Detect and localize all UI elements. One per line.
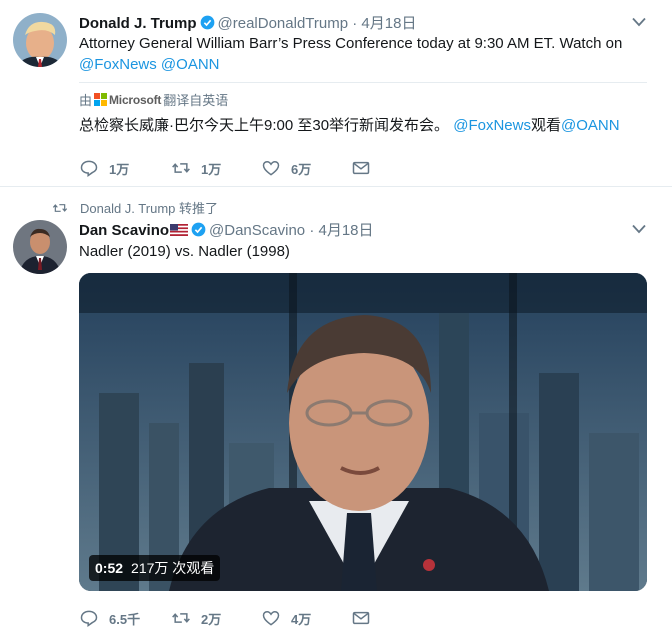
retweet-button[interactable]: 1万 bbox=[171, 158, 221, 178]
us-flag-icon bbox=[170, 224, 189, 236]
tweet-date[interactable]: 4月18日 bbox=[361, 15, 416, 32]
like-count: 6万 bbox=[291, 161, 312, 177]
translation-attribution: 由 Microsoft 翻译自英语 bbox=[79, 90, 228, 109]
translated-watch: 观看 bbox=[530, 117, 561, 134]
separator: · bbox=[352, 15, 358, 32]
retweet-icon bbox=[172, 163, 190, 173]
author-handle[interactable]: @realDonaldTrump bbox=[218, 15, 349, 32]
retweet-count: 2万 bbox=[201, 611, 222, 627]
tweet-text: Nadler (2019) vs. Nadler (1998) bbox=[79, 243, 290, 260]
like-button[interactable]: 4万 bbox=[261, 608, 311, 628]
tweet-text-body: Attorney General William Barr’s Press Co… bbox=[79, 35, 623, 52]
translation-suffix: 翻译自英语 bbox=[163, 93, 229, 108]
reply-button[interactable]: 1万 bbox=[79, 158, 129, 178]
separator: · bbox=[309, 222, 315, 239]
mention-foxnews[interactable]: @FoxNews bbox=[79, 56, 157, 73]
reply-count: 6.5千 bbox=[109, 611, 141, 627]
message-icon bbox=[352, 611, 370, 625]
retweet-icon bbox=[52, 203, 68, 212]
microsoft-logo bbox=[94, 93, 108, 106]
video-frame bbox=[79, 273, 647, 591]
retweet-context[interactable]: Donald J. Trump 转推了 bbox=[52, 198, 218, 217]
like-button[interactable]: 6万 bbox=[261, 158, 311, 178]
video-player[interactable]: 0:52 217万 次观看 bbox=[79, 273, 647, 591]
avatar[interactable] bbox=[13, 13, 67, 67]
retweeted-by-label: Donald J. Trump 转推了 bbox=[80, 201, 218, 216]
like-icon bbox=[262, 160, 280, 176]
author-name[interactable]: Dan Scavino bbox=[79, 222, 169, 239]
tweet-text: Attorney General William Barr’s Press Co… bbox=[79, 33, 649, 75]
tweet-date[interactable]: 4月18日 bbox=[318, 222, 373, 239]
divider bbox=[79, 82, 647, 83]
retweet-count: 1万 bbox=[201, 161, 222, 177]
reply-icon bbox=[80, 610, 98, 627]
like-icon bbox=[262, 610, 280, 626]
message-button[interactable] bbox=[351, 608, 381, 628]
microsoft-wordmark: Microsoft bbox=[109, 92, 162, 107]
translation-prefix: 由 bbox=[79, 93, 93, 108]
video-duration-badge: 0:52 217万 次观看 bbox=[89, 555, 221, 581]
translated-mention-oann[interactable]: @OANN bbox=[561, 117, 620, 134]
tweet-header: Dan Scavino @DanScavino · 4月18日 bbox=[79, 219, 374, 240]
message-icon bbox=[352, 161, 370, 175]
reply-count: 1万 bbox=[109, 161, 130, 177]
tweet-scavino[interactable]: Donald J. Trump 转推了 Dan Scavino @DanScav… bbox=[0, 187, 672, 637]
retweet-button[interactable]: 2万 bbox=[171, 608, 221, 628]
translated-text: 总检察长威廉·巴尔今天上午9:00 至30举行新闻发布会。 @FoxNews观看… bbox=[79, 115, 649, 136]
translated-body: 总检察长威廉·巴尔今天上午9:00 至30举行新闻发布会。 bbox=[79, 117, 450, 134]
tweet-actions: 1万 1万 6万 bbox=[79, 158, 639, 180]
retweet-icon bbox=[172, 613, 190, 623]
avatar[interactable] bbox=[13, 220, 67, 274]
reply-button[interactable]: 6.5千 bbox=[79, 608, 140, 628]
caret-down-icon[interactable] bbox=[632, 224, 646, 234]
video-duration: 0:52 bbox=[95, 560, 124, 576]
caret-down-icon[interactable] bbox=[632, 17, 646, 27]
verified-icon bbox=[200, 15, 214, 30]
tweet-actions: 6.5千 2万 4万 bbox=[79, 608, 639, 630]
like-count: 4万 bbox=[291, 611, 312, 627]
author-name[interactable]: Donald J. Trump bbox=[79, 15, 197, 32]
reply-icon bbox=[80, 160, 98, 177]
message-button[interactable] bbox=[351, 158, 381, 178]
author-handle[interactable]: @DanScavino bbox=[209, 222, 305, 239]
translated-mention-foxnews[interactable]: @FoxNews bbox=[453, 117, 531, 134]
video-views: 217万 次观看 bbox=[131, 560, 215, 576]
tweet-header: Donald J. Trump @realDonaldTrump · 4月18日 bbox=[79, 12, 416, 33]
tweet-trump[interactable]: Donald J. Trump @realDonaldTrump · 4月18日 … bbox=[0, 0, 672, 187]
mention-oann[interactable]: @OANN bbox=[161, 56, 220, 73]
verified-icon bbox=[191, 222, 206, 237]
